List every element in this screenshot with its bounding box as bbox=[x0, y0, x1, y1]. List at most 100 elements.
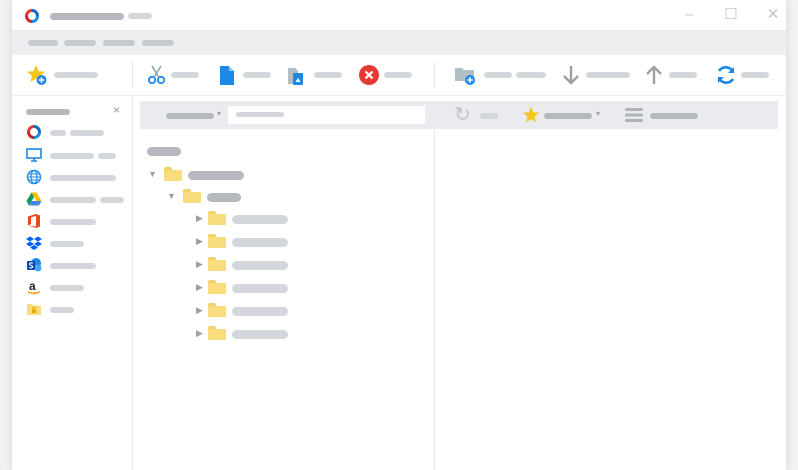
collapse-icon[interactable]: ▼ bbox=[167, 191, 176, 201]
cut-button[interactable] bbox=[147, 64, 203, 86]
sidebar-item-office365[interactable] bbox=[26, 213, 130, 231]
sidebar-item-label bbox=[50, 219, 96, 225]
sidebar-item-dropbox[interactable] bbox=[26, 235, 130, 253]
new-folder-label bbox=[484, 72, 512, 78]
expand-icon[interactable]: ▶ bbox=[196, 305, 203, 316]
sync-button[interactable] bbox=[715, 64, 777, 86]
tree-root-label bbox=[147, 147, 181, 156]
expand-icon[interactable]: ▶ bbox=[196, 282, 203, 293]
paste-button[interactable] bbox=[286, 64, 346, 86]
tree-node-label bbox=[232, 261, 288, 270]
sidebar-item-label bbox=[50, 307, 74, 313]
sidebar-item-label bbox=[50, 197, 96, 203]
window-title-placeholder bbox=[50, 13, 124, 20]
menu-item-4[interactable] bbox=[142, 40, 174, 46]
refresh-button[interactable]: ↻ bbox=[454, 102, 471, 127]
cut-label bbox=[171, 72, 199, 78]
window-subtitle-placeholder bbox=[128, 13, 152, 19]
paste-label bbox=[314, 72, 342, 78]
view-mode-label[interactable] bbox=[650, 113, 698, 119]
close-button[interactable]: ✕ bbox=[764, 6, 782, 24]
list-view-icon[interactable] bbox=[624, 106, 644, 124]
tree-node-level1[interactable]: ▼ bbox=[148, 167, 268, 183]
sidebar-item-label bbox=[50, 153, 94, 159]
add-favorite-button[interactable] bbox=[26, 64, 106, 86]
expand-icon[interactable]: ▶ bbox=[196, 236, 203, 247]
amazon-icon: a bbox=[27, 279, 41, 295]
app-logo-icon bbox=[25, 9, 39, 23]
sidebar-item-computer[interactable] bbox=[26, 147, 130, 165]
app-window: – ☐ ✕ × a ▾ ↻ ▾ ▼ ▼ ▶ ▶ ▶ ▶ ▶ ▶ bbox=[12, 0, 786, 470]
tree-node-level3[interactable]: ▶ bbox=[196, 211, 316, 227]
sidebar-item-label bbox=[50, 285, 84, 291]
path-input-placeholder bbox=[236, 112, 284, 117]
file-list-pane[interactable] bbox=[435, 130, 786, 470]
sidebar-close-button[interactable]: × bbox=[113, 103, 120, 117]
refresh-label bbox=[480, 113, 498, 119]
scissors-icon bbox=[147, 65, 166, 85]
sidebar-item-app[interactable] bbox=[26, 124, 130, 142]
favorites-dropdown[interactable] bbox=[544, 113, 592, 119]
paste-icon bbox=[288, 68, 303, 85]
tree-node-label bbox=[232, 307, 288, 316]
sidebar-title-placeholder bbox=[26, 109, 70, 115]
tree-node-label bbox=[232, 238, 288, 247]
menu-item-1[interactable] bbox=[28, 40, 58, 46]
path-input[interactable] bbox=[228, 106, 425, 124]
add-favorite-label bbox=[54, 72, 98, 78]
tree-node-level3[interactable]: ▶ bbox=[196, 303, 316, 319]
copy-label bbox=[243, 72, 271, 78]
path-bar: ▾ ↻ ▾ bbox=[140, 101, 778, 129]
sidebar-item-secure-folder[interactable] bbox=[26, 301, 130, 319]
folder-icon bbox=[208, 326, 226, 340]
delete-icon bbox=[359, 65, 379, 85]
folder-icon bbox=[183, 189, 201, 203]
location-dropdown[interactable] bbox=[166, 113, 214, 119]
sidebar-item-label bbox=[50, 241, 84, 247]
download-button[interactable] bbox=[560, 64, 632, 86]
maximize-button[interactable]: ☐ bbox=[722, 6, 740, 24]
menu-item-2[interactable] bbox=[64, 40, 96, 46]
toolbar-separator bbox=[434, 62, 435, 88]
monitor-icon bbox=[26, 148, 42, 162]
download-label bbox=[586, 72, 630, 78]
svg-text:a: a bbox=[29, 279, 36, 293]
collapse-icon[interactable]: ▼ bbox=[148, 169, 157, 179]
sidebar-item-label bbox=[50, 130, 66, 136]
locked-folder-icon bbox=[27, 304, 41, 315]
tree-node-level2[interactable]: ▼ bbox=[167, 189, 287, 205]
sidebar-item-amazon[interactable]: a bbox=[26, 279, 130, 297]
upload-button[interactable] bbox=[643, 64, 699, 86]
chevron-down-icon: ▾ bbox=[596, 109, 601, 118]
tree-node-label bbox=[232, 284, 288, 293]
chevron-down-icon: ▾ bbox=[217, 109, 222, 118]
expand-icon[interactable]: ▶ bbox=[196, 328, 203, 339]
folder-icon bbox=[208, 280, 226, 294]
menu-item-3[interactable] bbox=[103, 40, 135, 46]
new-folder-button[interactable] bbox=[454, 64, 548, 86]
app-logo-icon bbox=[27, 125, 41, 139]
toolbar bbox=[12, 55, 786, 96]
globe-icon bbox=[26, 169, 42, 185]
sidebar-item-label bbox=[50, 263, 96, 269]
folder-icon bbox=[208, 234, 226, 248]
tree-node-level3[interactable]: ▶ bbox=[196, 326, 316, 342]
sidebar-item-network[interactable] bbox=[26, 169, 130, 187]
minimize-button[interactable]: – bbox=[680, 6, 698, 24]
delete-button[interactable] bbox=[358, 64, 414, 86]
sidebar-item-sharepoint[interactable] bbox=[26, 257, 130, 275]
tree-node-level3[interactable]: ▶ bbox=[196, 234, 316, 250]
copy-button[interactable] bbox=[217, 64, 275, 86]
sidebar-item-label bbox=[50, 175, 116, 181]
tree-node-level3[interactable]: ▶ bbox=[196, 257, 316, 273]
folder-icon bbox=[208, 211, 226, 225]
expand-icon[interactable]: ▶ bbox=[196, 213, 203, 224]
tree-node-level3[interactable]: ▶ bbox=[196, 280, 316, 296]
folder-icon bbox=[208, 303, 226, 317]
office-icon bbox=[28, 214, 40, 228]
sidebar-item-google-drive[interactable] bbox=[26, 191, 130, 209]
expand-icon[interactable]: ▶ bbox=[196, 259, 203, 270]
folder-tree-pane: ▼ ▼ ▶ ▶ ▶ ▶ ▶ ▶ bbox=[134, 130, 435, 470]
arrow-down-icon bbox=[563, 66, 579, 85]
star-icon[interactable] bbox=[522, 106, 540, 124]
